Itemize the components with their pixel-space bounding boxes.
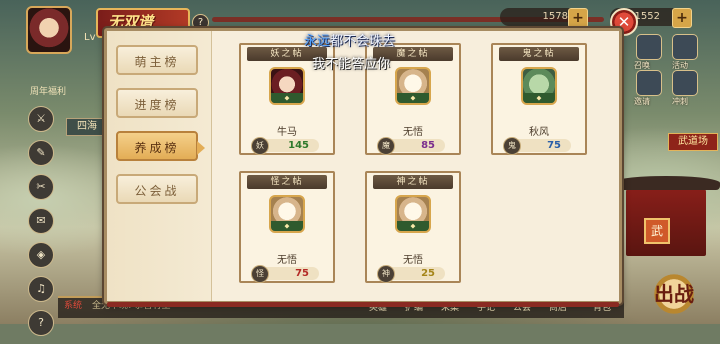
portrait-cap: ⬥ (523, 93, 555, 103)
mo-icon: 魔 (377, 137, 395, 155)
rank-card-guai[interactable]: 怪之帖 ⬥ 无悟 怪 75 (239, 171, 335, 283)
card-title: 神之帖 (373, 175, 453, 189)
subtitle-line-1: 永远都不会珠去 (304, 30, 395, 49)
score-pill: 鬼 75 (503, 137, 571, 155)
tool-icon[interactable]: ✂ (28, 174, 54, 200)
player-level-label: Lv (84, 32, 96, 43)
score-value: 85 (421, 140, 435, 151)
card-player-name: 无悟 (403, 127, 423, 138)
chat-channel-tag[interactable]: 系统 (64, 298, 82, 311)
card-player-name: 秋风 (529, 127, 549, 138)
add-gem-button[interactable]: + (672, 8, 692, 28)
mail-icon[interactable]: ✉ (28, 208, 54, 234)
portrait-cap: ⬥ (397, 93, 429, 103)
portrait-cap: ⬥ (397, 221, 429, 231)
anniversary-label[interactable]: 周年福利 (30, 84, 66, 97)
hero-portrait: ⬥ (395, 67, 431, 105)
scroll-icon[interactable]: ✎ (28, 140, 54, 166)
event-button[interactable] (672, 34, 698, 60)
gate-badge: 武 (644, 218, 670, 244)
guai-icon: 怪 (251, 265, 269, 283)
portrait-cap: ⬥ (271, 221, 303, 231)
tab-cute-lord[interactable]: 萌主榜 (116, 45, 198, 75)
subtitle-rest: 都不会珠去 (330, 34, 396, 49)
rank-card-shen[interactable]: 神之帖 ⬥ 无悟 神 25 (365, 171, 461, 283)
question-icon[interactable]: ? (28, 310, 54, 336)
card-player-name: 无悟 (277, 255, 297, 266)
hero-portrait: ⬥ (269, 67, 305, 105)
summon-button[interactable] (636, 34, 662, 60)
card-title: 怪之帖 (247, 175, 327, 189)
region-banner[interactable]: 四海 (66, 118, 108, 136)
score-pill: 魔 85 (377, 137, 445, 155)
subtitle-highlight: 永远 (304, 34, 331, 49)
gui-icon: 鬼 (503, 137, 521, 155)
dojo-sign[interactable]: 武道场 (668, 133, 718, 151)
shen-icon: 神 (377, 265, 395, 283)
score-value: 75 (547, 140, 561, 151)
card-player-name: 牛马 (277, 127, 297, 138)
subtitle-line-2: 我不能答应你 (312, 57, 391, 72)
sprint-button[interactable] (672, 70, 698, 96)
hero-portrait: ⬥ (269, 195, 305, 233)
card-title: 鬼之帖 (499, 47, 579, 61)
score-pill: 妖 145 (251, 137, 319, 155)
score-value: 145 (288, 140, 309, 151)
fight-button[interactable]: 出战 (650, 272, 698, 316)
score-value: 25 (421, 268, 435, 279)
bell-icon[interactable]: ♫ (28, 276, 54, 302)
invite-label: 邀请 (634, 97, 650, 106)
card-player-name: 无悟 (403, 255, 423, 266)
tab-guild-war[interactable]: 公会战 (116, 174, 198, 204)
score-value: 75 (295, 268, 309, 279)
invite-button[interactable] (636, 70, 662, 96)
hero-portrait: ⬥ (521, 67, 557, 105)
rank-card-gui[interactable]: 鬼之帖 ⬥ 秋风 鬼 75 (491, 43, 587, 155)
tab-training[interactable]: 养成榜 (116, 131, 205, 161)
add-gold-button[interactable]: + (568, 8, 588, 28)
player-avatar[interactable] (26, 6, 72, 54)
yao-icon: 妖 (251, 137, 269, 155)
score-pill: 神 25 (377, 265, 445, 283)
hero-portrait: ⬥ (395, 195, 431, 233)
sword-icon[interactable]: ⚔ (28, 106, 54, 132)
left-icon-column: ⚔ ✎ ✂ ✉ ◈ ♫ ? (28, 106, 54, 344)
bag-icon[interactable]: ◈ (28, 242, 54, 268)
score-pill: 怪 75 (251, 265, 319, 283)
tab-progress[interactable]: 进度榜 (116, 88, 198, 118)
sprint-label: 冲刺 (672, 97, 688, 106)
leaderboard-tabs: 萌主榜 进度榜 养成榜 公会战 (107, 31, 212, 301)
portrait-cap: ⬥ (271, 93, 303, 103)
